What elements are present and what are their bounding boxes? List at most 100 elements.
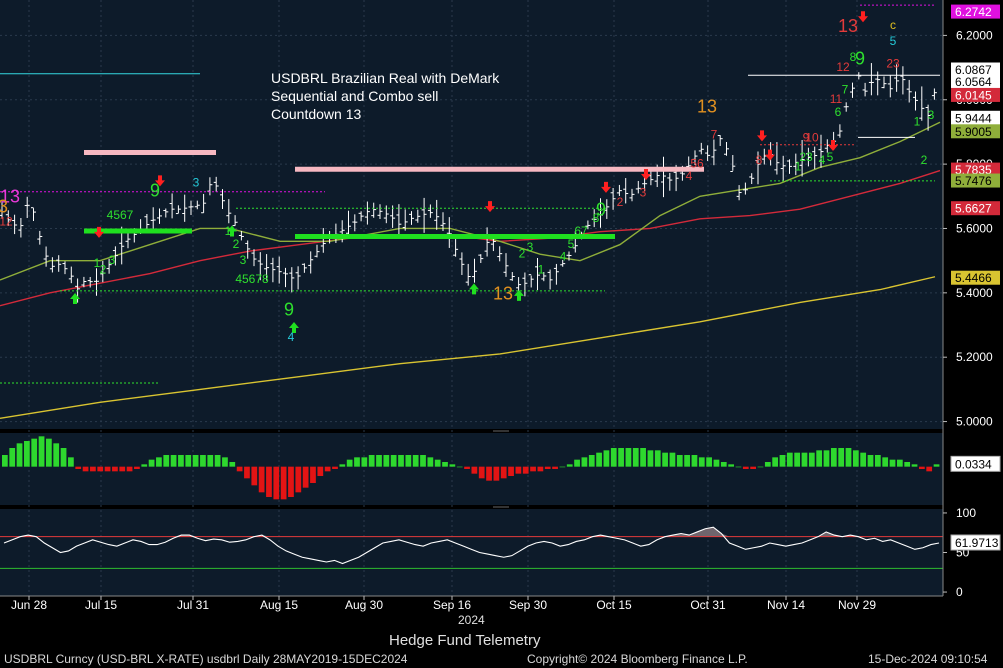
demark-count-label: 9 xyxy=(284,299,294,319)
histogram-bar xyxy=(420,455,426,467)
demark-count-label: 7 xyxy=(842,82,849,96)
histogram-bar xyxy=(838,448,845,467)
demark-count-label: 23 xyxy=(886,57,900,71)
rsi-value-label: 61.9713 xyxy=(950,534,1001,551)
histogram-bar xyxy=(82,466,89,472)
demark-count-label: 11 xyxy=(830,92,843,106)
histogram-bar xyxy=(896,459,903,467)
histogram-bar xyxy=(398,455,404,467)
histogram-bar xyxy=(126,466,133,472)
histogram-bar xyxy=(38,436,45,467)
histogram-bar xyxy=(478,466,485,479)
histogram-bar xyxy=(185,455,192,467)
histogram-bar xyxy=(618,448,624,467)
value-label-text: 5.7476 xyxy=(955,174,992,188)
histogram-bar xyxy=(874,455,881,467)
demark-count-label: 13 xyxy=(838,16,858,36)
histogram-bar xyxy=(31,438,38,467)
demark-count-label: 6 xyxy=(835,105,842,119)
histogram-bar xyxy=(112,466,118,472)
histogram-bar xyxy=(742,466,749,469)
histogram-bar xyxy=(603,450,610,467)
histogram-bar xyxy=(236,466,243,472)
histogram-bar xyxy=(324,466,331,472)
demark-count-label: 3 xyxy=(193,176,200,190)
demark-count-label: 10 xyxy=(805,131,819,145)
year-label: 2024 xyxy=(458,613,485,627)
demark-count-label: 4 xyxy=(560,250,567,264)
histogram-bar xyxy=(691,455,698,467)
histogram-bar xyxy=(610,448,617,467)
histogram-bar xyxy=(823,450,830,467)
histogram-bar xyxy=(97,466,104,472)
demark-count-label: 5 xyxy=(890,34,897,48)
demark-count-label: 4 xyxy=(819,153,826,167)
y-tick-label: 5.6000 xyxy=(956,221,993,235)
value-label-text: 6.2742 xyxy=(955,5,992,19)
histogram-bar xyxy=(654,450,661,467)
histogram-bar xyxy=(354,457,360,467)
histogram-bar xyxy=(698,457,705,467)
histogram-bar xyxy=(310,466,316,483)
histogram-bar xyxy=(911,464,918,467)
histogram-bar xyxy=(302,466,309,488)
footer-bar: USDBRL Curncy (USD-BRL X-RATE) usdbrl Da… xyxy=(0,650,1003,668)
histogram-bar xyxy=(163,455,170,467)
x-tick-label: Oct 31 xyxy=(690,598,726,612)
demark-count-label: 12 xyxy=(836,60,850,74)
histogram-bar xyxy=(889,459,896,467)
histogram-bar xyxy=(544,466,551,469)
histogram-bar xyxy=(90,466,96,472)
histogram-bar xyxy=(720,462,727,467)
annotation-line-2: Sequential and Combo sell xyxy=(271,88,438,104)
demark-count-label: 4567 xyxy=(107,208,134,222)
histogram-bar xyxy=(559,466,566,468)
histogram-bar xyxy=(456,466,463,468)
histogram-bar xyxy=(574,459,580,467)
histogram-bar xyxy=(60,448,67,467)
histogram-bar xyxy=(134,466,140,469)
demark-count-label: 3 xyxy=(640,185,647,199)
histogram-bar xyxy=(317,466,324,476)
histogram-bar xyxy=(9,448,16,467)
histogram-bar xyxy=(222,457,228,467)
hist-separator xyxy=(0,429,943,433)
value-label-text: 5.9005 xyxy=(955,125,992,139)
demark-count-label: 13 xyxy=(493,283,513,303)
histogram-bar xyxy=(706,457,712,467)
demark-count-label: 9 xyxy=(855,48,865,68)
demark-count-label: 2 xyxy=(233,237,240,251)
histogram-bar xyxy=(207,455,214,467)
histogram-bar xyxy=(214,455,221,467)
x-tick-label: Nov 14 xyxy=(767,598,805,612)
x-tick-label: Nov 29 xyxy=(838,598,876,612)
histogram-bar xyxy=(383,455,390,467)
histogram-bar xyxy=(295,466,302,493)
y-tick-label: 5.2000 xyxy=(956,350,993,364)
demark-count-label: 1 xyxy=(538,263,545,277)
footer-copyright: Copyright© 2024 Bloomberg Finance L.P. xyxy=(527,652,748,666)
x-tick-label: Aug 30 xyxy=(345,598,383,612)
histogram-bar xyxy=(779,455,786,467)
rsi-separator xyxy=(0,505,943,509)
histogram-bar xyxy=(471,466,478,474)
histogram-bar xyxy=(676,455,683,467)
histogram-bar xyxy=(757,466,764,468)
histogram-bar xyxy=(493,466,500,481)
histogram-bar xyxy=(464,466,470,469)
histogram-bar xyxy=(500,466,507,479)
value-label-text: 6.0564 xyxy=(955,75,992,89)
histogram-bar xyxy=(16,443,23,467)
demark-count-label: 1 xyxy=(225,224,232,238)
histogram-bar xyxy=(148,459,155,467)
x-tick-label: Oct 15 xyxy=(596,598,632,612)
annotation-line-3: Countdown 13 xyxy=(271,106,362,122)
x-tick-label: Aug 15 xyxy=(260,598,298,612)
demark-count-label: 13 xyxy=(697,97,717,117)
histogram-bar xyxy=(258,466,265,493)
histogram-bar xyxy=(852,450,859,467)
histogram-bar xyxy=(713,459,720,467)
demark-count-label: 9 xyxy=(150,180,160,200)
histogram-bar xyxy=(200,455,206,467)
histogram-bar xyxy=(339,464,346,467)
